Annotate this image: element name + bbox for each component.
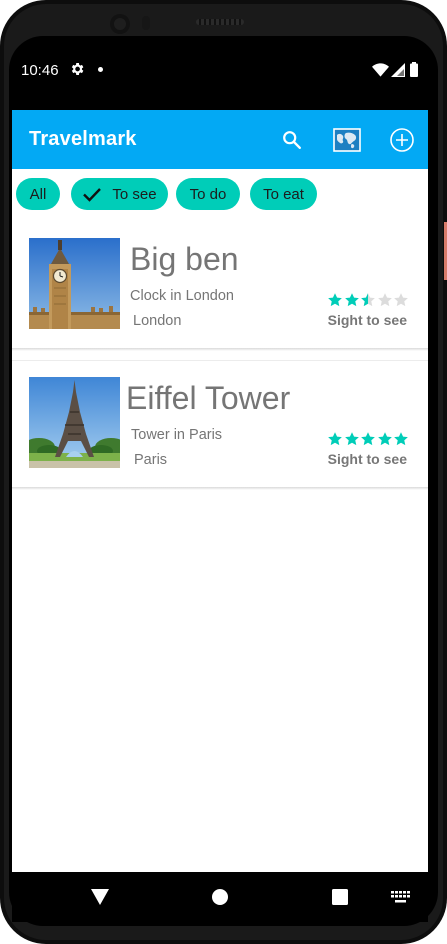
star-half-icon — [361, 293, 375, 307]
star-full-icon — [328, 432, 342, 446]
status-time: 10:46 — [21, 62, 59, 79]
place-category: Sight to see — [327, 312, 407, 328]
star-full-icon — [377, 432, 392, 446]
phone-frame: 10:46 Travelmark All To see To do To eat… — [0, 0, 447, 944]
app-bar: Travelmark — [12, 110, 428, 169]
back-icon[interactable] — [91, 889, 109, 905]
recents-icon[interactable] — [332, 889, 348, 905]
star-full-icon — [361, 432, 375, 446]
battery-icon — [410, 62, 418, 77]
map-icon — [333, 128, 361, 152]
app-screen: Travelmark All To see To do To eat Big b… — [12, 110, 428, 872]
check-icon — [83, 188, 102, 202]
star-empty-icon — [377, 293, 392, 307]
rating-stars — [327, 431, 410, 447]
chip-to-do[interactable]: To do — [176, 178, 240, 210]
map-button[interactable] — [333, 126, 361, 154]
earpiece-speaker — [196, 19, 244, 25]
notification-dot-icon — [98, 67, 103, 72]
front-camera — [110, 14, 130, 34]
gear-icon — [71, 63, 84, 75]
place-card[interactable]: Eiffel Tower Tower in Paris Paris Sight … — [12, 360, 428, 490]
card-shadow — [12, 348, 428, 351]
signal-icon — [391, 63, 405, 77]
place-location: London — [133, 313, 182, 329]
search-button[interactable] — [278, 126, 306, 154]
star-full-icon — [344, 293, 359, 307]
app-title: Travelmark — [29, 128, 137, 150]
star-full-icon — [328, 293, 342, 307]
chip-label: To eat — [263, 185, 304, 203]
place-location: Paris — [134, 452, 168, 468]
proximity-sensor — [142, 16, 150, 30]
card-divider — [12, 360, 428, 361]
place-title: Big ben — [130, 241, 239, 277]
filter-chips: All To see To do To eat — [12, 169, 428, 219]
place-subtitle: Clock in London — [130, 288, 234, 304]
search-icon — [283, 131, 301, 149]
star-full-icon — [344, 432, 359, 446]
chip-label: To do — [189, 185, 227, 203]
star-empty-icon — [394, 293, 408, 307]
place-card[interactable]: Big ben Clock in London London Sight to … — [12, 222, 428, 351]
add-place-button[interactable] — [388, 126, 416, 154]
navigation-bar — [12, 872, 428, 922]
chip-all[interactable]: All — [16, 178, 60, 210]
chip-label: To see — [112, 185, 157, 203]
chip-to-see[interactable]: To see — [71, 178, 168, 210]
big-ben-photo — [29, 238, 120, 329]
keyboard-icon[interactable] — [391, 891, 410, 904]
star-full-icon — [394, 432, 408, 446]
add-circle-icon — [390, 128, 414, 152]
eiffel-tower-photo — [29, 377, 120, 468]
card-shadow — [12, 487, 428, 490]
home-icon[interactable] — [212, 889, 228, 905]
status-bar: 10:46 — [12, 56, 428, 86]
chip-to-eat[interactable]: To eat — [250, 178, 317, 210]
place-title: Eiffel Tower — [126, 380, 291, 416]
place-category: Sight to see — [327, 451, 407, 467]
place-subtitle: Tower in Paris — [131, 427, 223, 443]
wifi-icon — [372, 63, 389, 77]
rating-stars — [327, 292, 410, 308]
chip-label: All — [29, 185, 47, 203]
